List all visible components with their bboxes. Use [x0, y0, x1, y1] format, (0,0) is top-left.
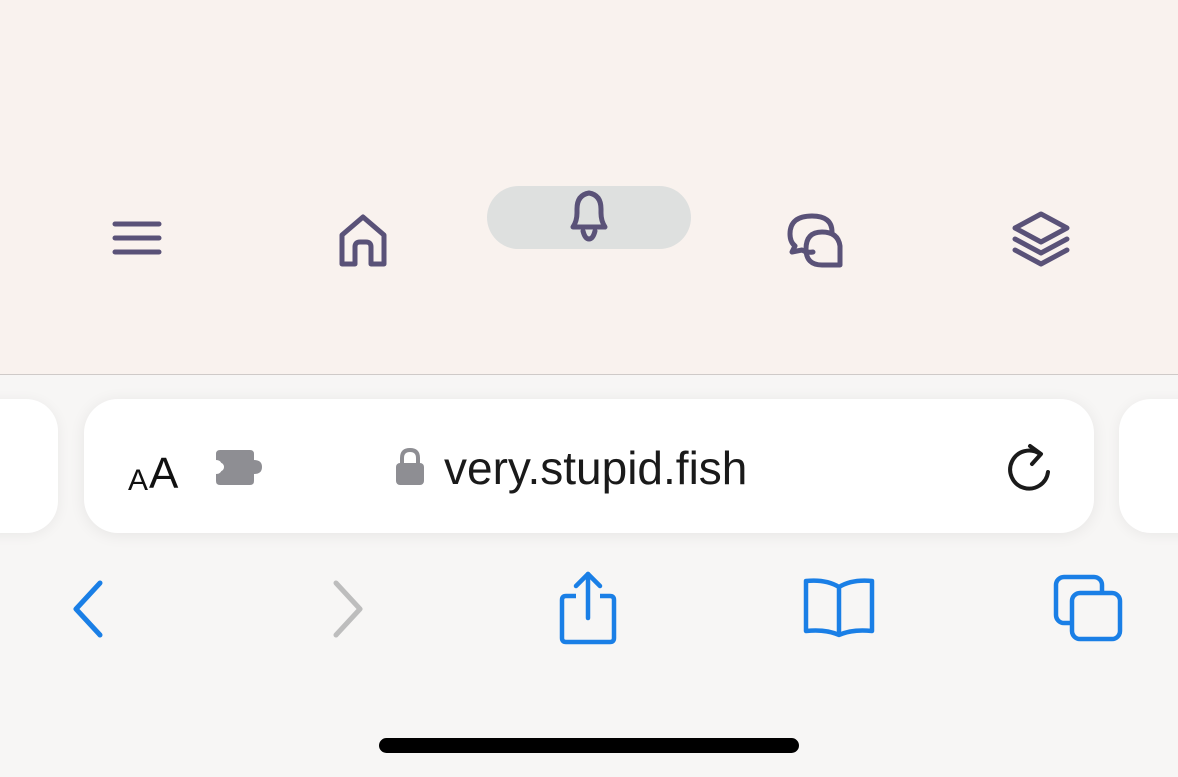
puzzle-piece-icon — [216, 450, 262, 485]
bookmarks-icon — [803, 578, 875, 638]
forward-icon — [333, 580, 363, 638]
forward-button[interactable] — [320, 576, 376, 642]
text-size-small-label: A — [128, 464, 149, 497]
bell-icon — [570, 190, 608, 242]
reload-button[interactable] — [1002, 440, 1056, 501]
home-button[interactable] — [330, 206, 396, 272]
tabs-icon — [1053, 574, 1123, 642]
notifications-button[interactable] — [556, 184, 622, 246]
home-icon — [339, 214, 387, 267]
previous-tab-card[interactable] — [0, 399, 58, 533]
extension-button[interactable] — [214, 448, 264, 493]
layers-icon — [1012, 211, 1070, 267]
next-tab-card[interactable] — [1119, 399, 1178, 533]
back-icon — [73, 580, 103, 638]
tabs-button[interactable] — [1050, 572, 1126, 644]
chat-bubbles-icon — [787, 213, 843, 268]
share-icon — [559, 571, 617, 645]
url-label[interactable]: very.stupid.fish — [444, 440, 747, 496]
share-button[interactable] — [552, 566, 624, 648]
text-size-large-label: A — [149, 449, 179, 498]
page-settings-button[interactable]: A A — [128, 440, 178, 496]
menu-icon — [112, 221, 162, 255]
layers-button[interactable] — [1006, 206, 1076, 272]
lock-icon — [396, 447, 424, 485]
messages-button[interactable] — [780, 206, 850, 272]
menu-button[interactable] — [106, 212, 168, 264]
secure-connection-indicator — [395, 447, 425, 492]
app-nav-bar — [0, 0, 1178, 374]
reload-icon — [1008, 444, 1050, 491]
home-indicator[interactable] — [379, 738, 799, 753]
bookmarks-button[interactable] — [798, 574, 880, 640]
back-button[interactable] — [60, 576, 116, 642]
